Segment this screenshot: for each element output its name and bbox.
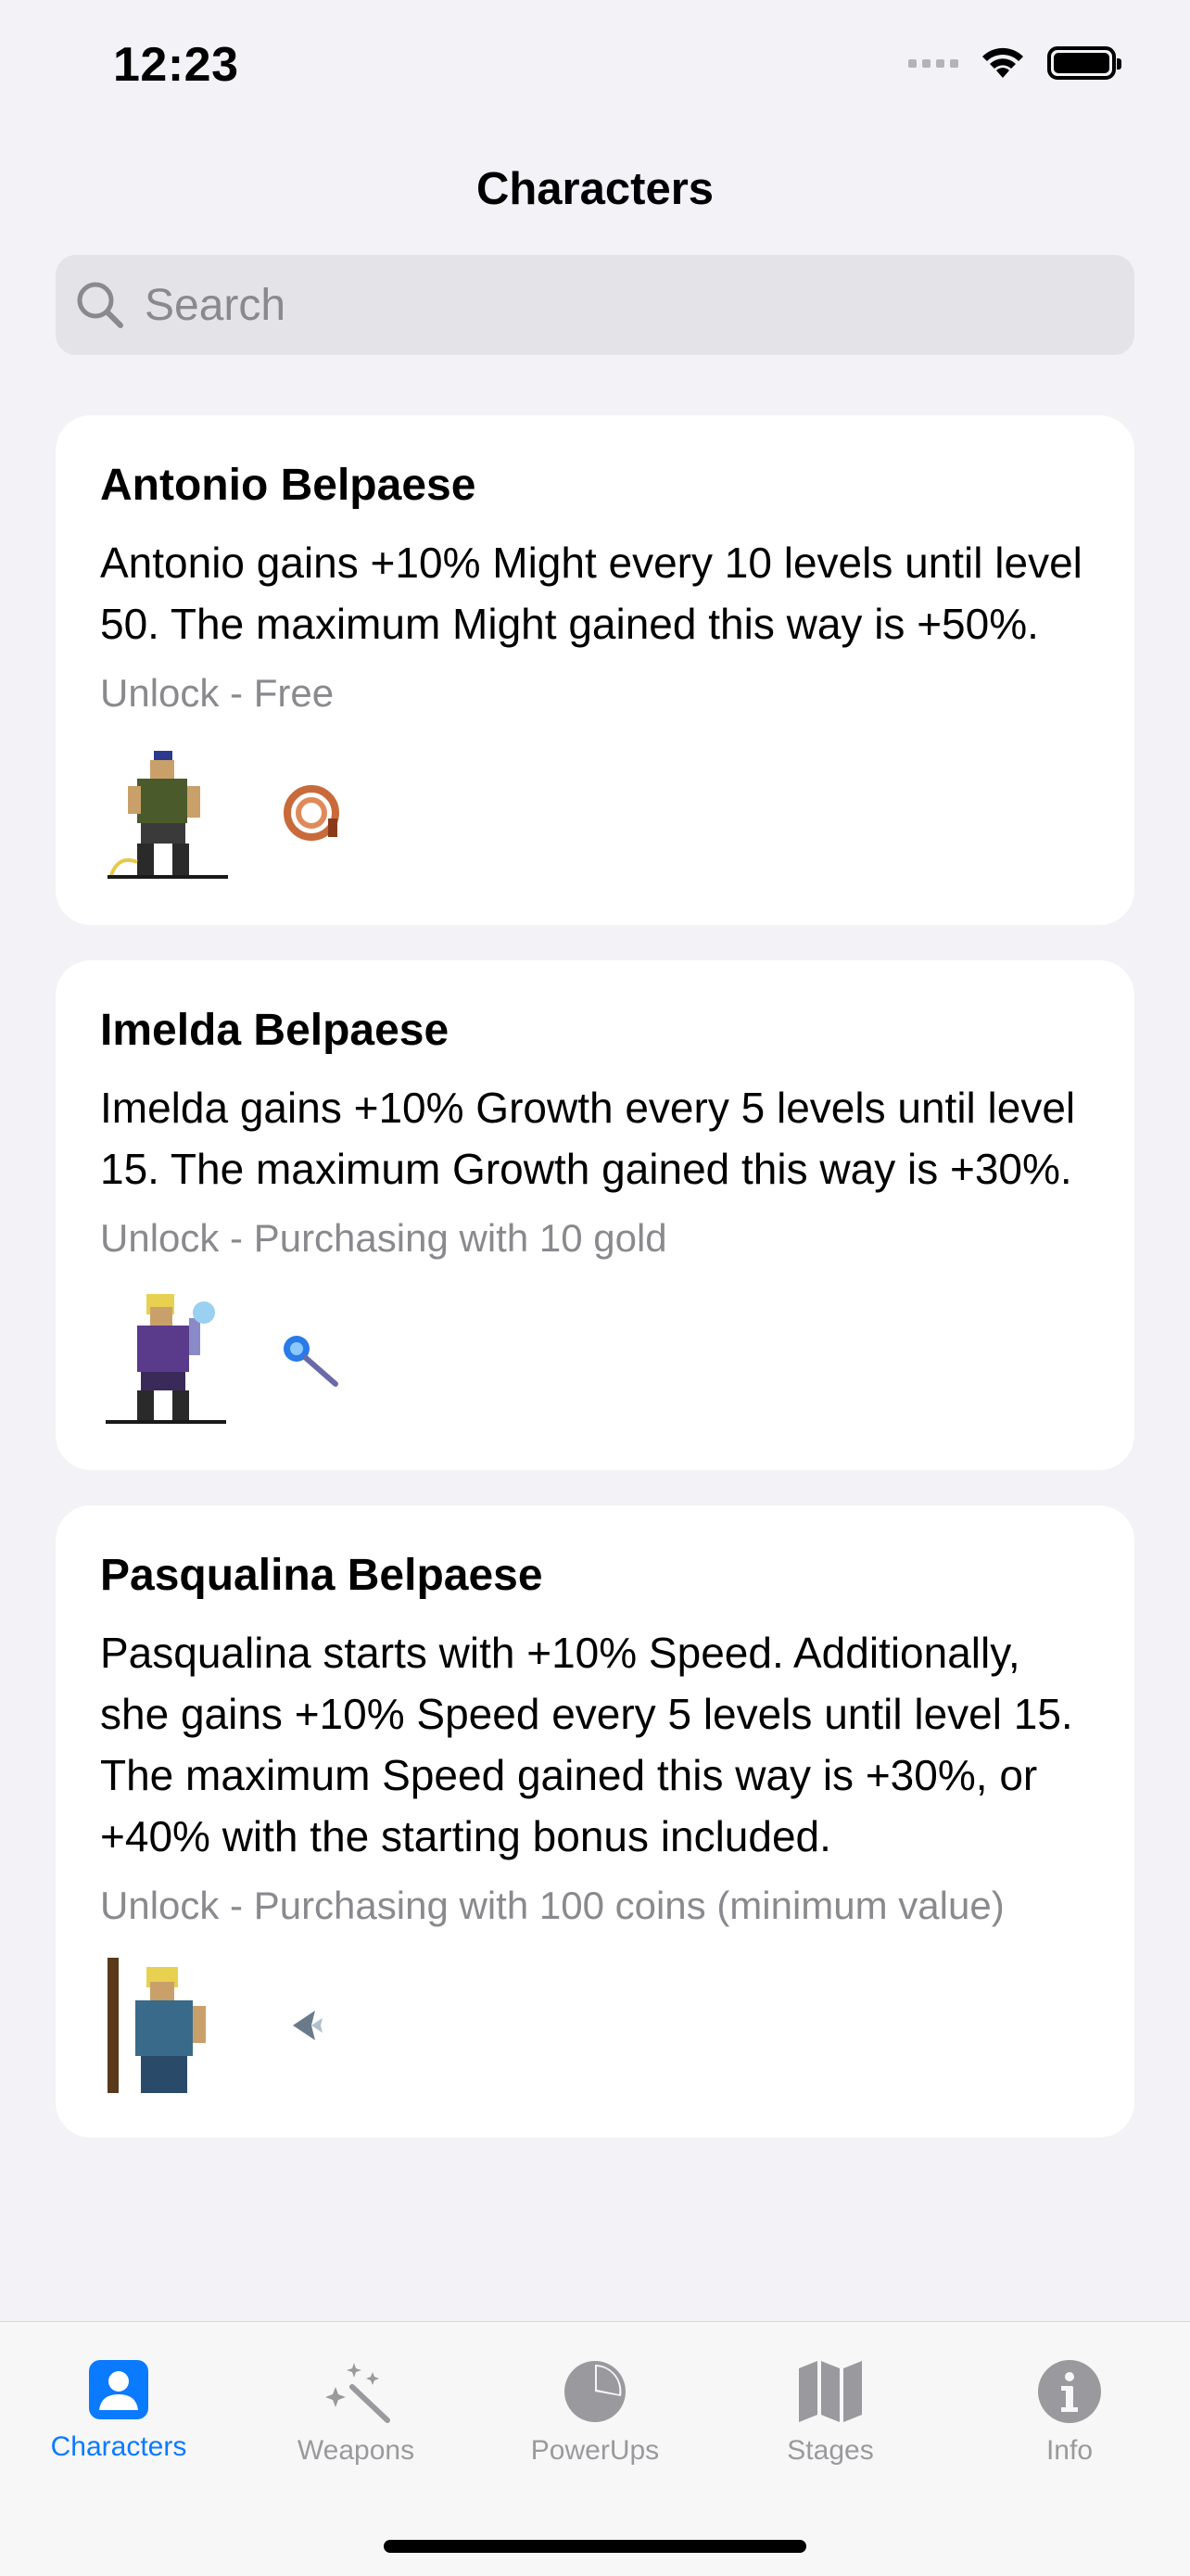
- pie-chart-icon: [564, 2361, 626, 2422]
- map-icon: [799, 2361, 862, 2422]
- status-bar: 12:23: [0, 0, 1190, 130]
- tab-label: Info: [1045, 2435, 1094, 2466]
- tab-label: Weapons: [297, 2435, 415, 2466]
- character-description: Pasqualina starts with +10% Speed. Addit…: [100, 1629, 1073, 1860]
- character-card[interactable]: Pasqualina Belpaese Pasqualina starts wi…: [56, 1505, 1134, 2138]
- tab-label: Characters: [50, 2431, 187, 2462]
- whip-icon: [284, 785, 339, 841]
- character-name: Antonio Belpaese: [100, 461, 476, 510]
- status-icons: [908, 44, 1121, 82]
- search-input[interactable]: [143, 278, 1073, 332]
- character-name: Pasqualina Belpaese: [100, 1551, 543, 1600]
- antonio-sprite: [108, 751, 228, 879]
- search-bar[interactable]: [56, 255, 1134, 355]
- tab-label: Stages: [787, 2435, 874, 2466]
- magic-wand-icon: [284, 1336, 338, 1387]
- wand-sparkles-icon: [325, 2363, 390, 2423]
- character-list[interactable]: Antonio Belpaese Antonio gains +10% Migh…: [56, 415, 1134, 2321]
- tab-powerups[interactable]: PowerUps: [493, 2359, 697, 2467]
- battery-icon: [1047, 46, 1121, 80]
- wifi-icon: [982, 47, 1023, 78]
- tab-bar: Characters Weapons PowerUps Stages Info: [0, 2321, 1190, 2576]
- runetracer-icon: [293, 2011, 323, 2040]
- character-name: Imelda Belpaese: [100, 1006, 449, 1055]
- tab-stages[interactable]: Stages: [728, 2359, 932, 2467]
- pasqualina-sprite: [108, 1958, 206, 2093]
- character-description: Antonio gains +10% Might every 10 levels…: [100, 539, 1082, 648]
- tab-label: PowerUps: [530, 2435, 660, 2466]
- status-time: 12:23: [113, 38, 239, 92]
- page-title: Characters: [475, 164, 715, 214]
- imelda-sprite: [106, 1294, 226, 1424]
- info-icon: [1038, 2360, 1101, 2423]
- home-indicator[interactable]: [384, 2540, 806, 2553]
- cellular-signal-icon: [908, 58, 958, 68]
- tab-info[interactable]: Info: [968, 2359, 1171, 2467]
- tab-characters[interactable]: Characters: [17, 2359, 221, 2463]
- character-unlock: Unlock - Purchasing with 100 coins (mini…: [100, 1884, 1005, 1927]
- search-icon: [77, 282, 123, 328]
- character-card[interactable]: Antonio Belpaese Antonio gains +10% Migh…: [56, 415, 1134, 925]
- character-unlock: Unlock - Purchasing with 10 gold: [100, 1216, 667, 1260]
- tab-weapons[interactable]: Weapons: [254, 2359, 458, 2467]
- character-unlock: Unlock - Free: [100, 671, 335, 715]
- character-card[interactable]: Imelda Belpaese Imelda gains +10% Growth…: [56, 960, 1134, 1470]
- person-icon: [89, 2360, 148, 2419]
- character-description: Imelda gains +10% Growth every 5 levels …: [100, 1084, 1076, 1193]
